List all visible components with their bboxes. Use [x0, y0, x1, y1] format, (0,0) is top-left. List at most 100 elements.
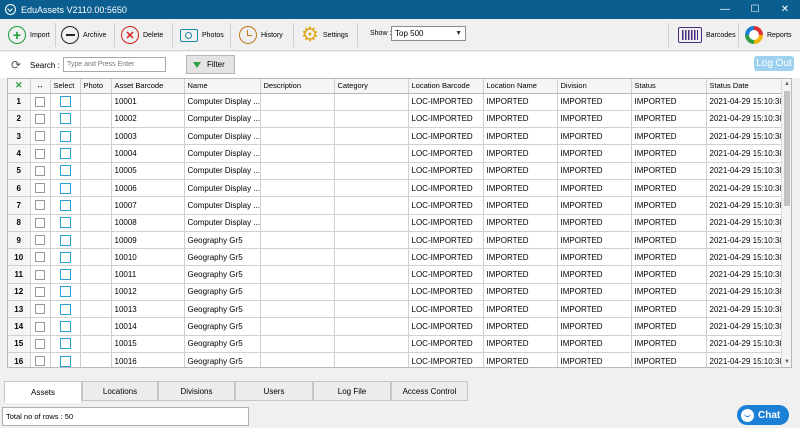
logout-button[interactable]: Log Out	[754, 56, 794, 71]
checkbox-icon[interactable]	[35, 338, 45, 349]
checkbox-icon[interactable]	[59, 286, 71, 298]
checkbox-icon[interactable]	[59, 338, 71, 350]
table-row[interactable]: 6 10006 Computer Display ... LOC-IMPORTED IM…	[8, 179, 791, 198]
select-checkbox[interactable]	[50, 110, 81, 129]
maximize-button[interactable]: ☐	[740, 0, 770, 19]
row-checkbox[interactable]	[30, 93, 51, 111]
show-select[interactable]: Top 500 ▼	[391, 26, 466, 41]
row-checkbox[interactable]	[30, 144, 51, 163]
select-checkbox[interactable]	[50, 283, 81, 302]
row-checkbox[interactable]	[30, 265, 51, 284]
column-header-name[interactable]: Name	[184, 79, 261, 94]
table-row[interactable]: 5 10005 Computer Display ... LOC-IMPORTED IM…	[8, 162, 791, 180]
checkbox-icon[interactable]	[35, 131, 45, 142]
checkbox-icon[interactable]	[59, 148, 71, 160]
checkbox-icon[interactable]	[35, 113, 45, 124]
reports-button[interactable]: Reports	[745, 22, 792, 48]
checkbox-icon[interactable]	[35, 321, 45, 332]
select-checkbox[interactable]	[50, 214, 81, 232]
refresh-icon[interactable]: ⟳	[11, 58, 21, 72]
table-row[interactable]: 15 10015 Geography Gr5 LOC-IMPORTED IMPORTED…	[8, 335, 791, 353]
checkbox-icon[interactable]	[35, 286, 45, 297]
barcodes-button[interactable]: Barcodes	[678, 22, 736, 48]
column-header-select[interactable]: Select	[50, 79, 81, 94]
tab-access-control[interactable]: Access Control	[391, 381, 468, 401]
row-checkbox[interactable]	[30, 300, 51, 319]
checkbox-icon[interactable]	[59, 199, 71, 211]
select-checkbox[interactable]	[50, 144, 81, 163]
row-checkbox[interactable]	[30, 283, 51, 302]
archive-button[interactable]: Archive	[61, 22, 106, 48]
column-header-photo[interactable]: Photo	[80, 79, 112, 94]
checkbox-icon[interactable]	[59, 234, 71, 246]
tab-assets[interactable]: Assets	[4, 381, 82, 403]
vertical-scrollbar[interactable]: ▲ ▼	[781, 79, 791, 367]
table-row[interactable]: 10 10010 Geography Gr5 LOC-IMPORTED IMPORTED…	[8, 248, 791, 267]
checkbox-icon[interactable]	[35, 183, 45, 194]
select-checkbox[interactable]	[50, 352, 81, 367]
column-header-location-barcode[interactable]: Location Barcode	[408, 79, 484, 94]
select-checkbox[interactable]	[50, 335, 81, 353]
row-checkbox[interactable]	[30, 162, 51, 180]
tab-users[interactable]: Users	[235, 381, 313, 401]
checkbox-icon[interactable]	[59, 113, 71, 125]
checkbox-icon[interactable]	[35, 96, 45, 107]
select-checkbox[interactable]	[50, 317, 81, 336]
minimize-button[interactable]: —	[710, 0, 740, 19]
select-checkbox[interactable]	[50, 196, 81, 215]
column-header-status[interactable]: Status	[631, 79, 707, 94]
table-row[interactable]: 16 10016 Geography Gr5 LOC-IMPORTED IMPORTED…	[8, 352, 791, 367]
column-header-division[interactable]: Division	[557, 79, 632, 94]
table-row[interactable]: 2 10002 Computer Display ... LOC-IMPORTED IM…	[8, 110, 791, 129]
clear-selection-header[interactable]: ✕	[8, 79, 31, 94]
table-row[interactable]: 4 10004 Computer Display ... LOC-IMPORTED IM…	[8, 144, 791, 163]
checkbox-icon[interactable]	[59, 96, 71, 108]
select-checkbox[interactable]	[50, 162, 81, 180]
checkbox-icon[interactable]	[59, 269, 71, 281]
checkbox-icon[interactable]	[59, 217, 71, 229]
table-row[interactable]: 8 10008 Computer Display ... LOC-IMPORTED IM…	[8, 214, 791, 232]
row-checkbox[interactable]	[30, 196, 51, 215]
tab-divisions[interactable]: Divisions	[158, 381, 235, 401]
settings-button[interactable]: ⚙ Settings	[301, 22, 348, 48]
checkbox-icon[interactable]	[35, 217, 45, 228]
select-checkbox[interactable]	[50, 127, 81, 146]
row-checkbox[interactable]	[30, 317, 51, 336]
close-button[interactable]: ✕	[770, 0, 800, 19]
table-row[interactable]: 3 10003 Computer Display ... LOC-IMPORTED IM…	[8, 127, 791, 146]
checkbox-icon[interactable]	[59, 251, 71, 263]
import-button[interactable]: + Import	[8, 22, 50, 48]
checkbox-icon[interactable]	[59, 130, 71, 142]
select-checkbox[interactable]	[50, 179, 81, 198]
column-header-asset-barcode[interactable]: Asset Barcode	[111, 79, 185, 94]
history-button[interactable]: History	[239, 22, 283, 48]
scrollbar-thumb[interactable]	[784, 91, 790, 206]
checkbox-icon[interactable]	[35, 356, 45, 367]
table-row[interactable]: 11 10011 Geography Gr5 LOC-IMPORTED IMPORTED…	[8, 265, 791, 284]
checkbox-icon[interactable]	[35, 269, 45, 280]
checkbox-icon[interactable]	[35, 304, 45, 315]
select-checkbox[interactable]	[50, 93, 81, 111]
row-checkbox[interactable]	[30, 248, 51, 267]
column-header-description[interactable]: Description	[260, 79, 335, 94]
chat-button[interactable]: Chat	[737, 405, 789, 425]
search-input[interactable]	[63, 57, 166, 72]
checkbox-icon[interactable]	[59, 321, 71, 332]
scroll-up-icon[interactable]: ▲	[782, 79, 791, 89]
table-row[interactable]: 9 10009 Geography Gr5 LOC-IMPORTED IMPORTED I…	[8, 231, 791, 250]
checkbox-icon[interactable]	[35, 252, 45, 263]
row-checkbox[interactable]	[30, 110, 51, 129]
table-row[interactable]: 14 10014 Geography Gr5 LOC-IMPORTED IMPORTED…	[8, 317, 791, 336]
select-checkbox[interactable]	[50, 231, 81, 250]
row-checkbox[interactable]	[30, 179, 51, 198]
checkbox-icon[interactable]	[59, 355, 71, 367]
checkbox-icon[interactable]	[59, 303, 71, 315]
table-row[interactable]: 13 10013 Geography Gr5 LOC-IMPORTED IMPORTED…	[8, 300, 791, 319]
checkbox-icon[interactable]	[59, 165, 71, 177]
checkbox-icon[interactable]	[59, 182, 71, 194]
checkbox-icon[interactable]	[35, 165, 45, 176]
table-row[interactable]: 1 10001 Computer Display ... LOC-IMPORTED IM…	[8, 93, 791, 111]
checkbox-icon[interactable]	[35, 235, 45, 246]
filter-button[interactable]: Filter	[186, 55, 235, 74]
tab-locations[interactable]: Locations	[82, 381, 158, 401]
